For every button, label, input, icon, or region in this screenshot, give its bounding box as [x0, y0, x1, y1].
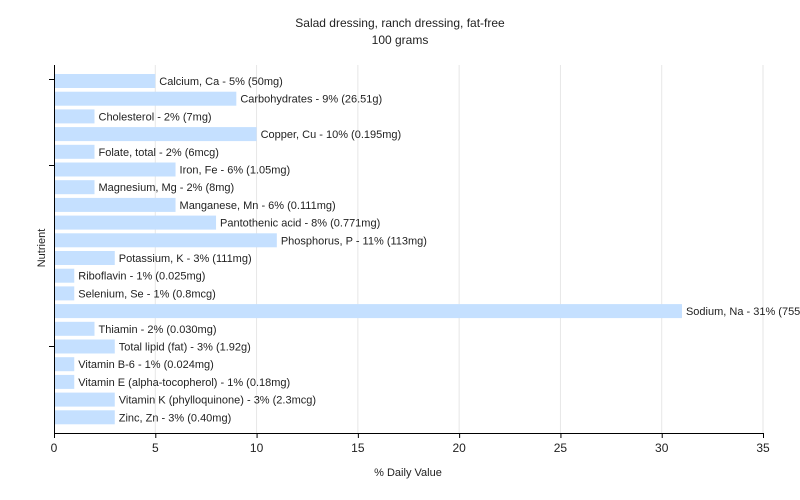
- x-tick-label: 0: [51, 441, 58, 455]
- bar: [55, 74, 156, 88]
- bar: [55, 197, 176, 212]
- bar-label: Riboflavin - 1% (0.025mg): [78, 271, 205, 283]
- x-tick-label: 30: [655, 441, 669, 455]
- bar-label: Vitamin E (alpha-tocopherol) - 1% (0.18m…: [78, 377, 290, 389]
- bar: [55, 180, 95, 195]
- x-axis-label: % Daily Value: [374, 467, 442, 479]
- y-axis-label: Nutrient: [36, 229, 48, 268]
- bar: [55, 162, 176, 177]
- bar: [55, 339, 115, 354]
- bar-label: Pantothenic acid - 8% (0.771mg): [220, 218, 380, 230]
- bar: [55, 127, 257, 142]
- bar-label: Vitamin K (phylloquinone) - 3% (2.3mcg): [119, 395, 316, 407]
- bar: [55, 233, 277, 248]
- bar-label: Iron, Fe - 6% (1.05mg): [180, 165, 291, 177]
- bar: [55, 251, 115, 265]
- bar-label: Thiamin - 2% (0.030mg): [99, 324, 217, 336]
- x-tick-label: 35: [756, 441, 770, 455]
- bar: [55, 304, 682, 319]
- bar: [55, 268, 75, 283]
- bar-label: Phosphorus, P - 11% (113mg): [281, 235, 427, 247]
- x-tick-label: 20: [452, 441, 466, 455]
- bar-label: Copper, Cu - 10% (0.195mg): [261, 129, 402, 141]
- bar: [55, 109, 95, 124]
- bar-layer: Calcium, Ca - 5% (50mg) Carbohydrates - 9…: [55, 74, 800, 425]
- bar-label: Total lipid (fat) - 3% (1.92g): [119, 342, 251, 354]
- bar-label: Magnesium, Mg - 2% (8mg): [99, 182, 235, 194]
- bar: [55, 144, 95, 159]
- bar: [55, 374, 75, 389]
- bar-label: Manganese, Mn - 6% (0.111mg): [180, 200, 336, 212]
- bar-label: Vitamin B-6 - 1% (0.024mg): [78, 359, 214, 371]
- bar: [55, 357, 75, 372]
- bar-label: Potassium, K - 3% (111mg): [119, 253, 252, 265]
- bar-label: Sodium, Na - 31% (755mg): [686, 306, 800, 318]
- bar-label: Carbohydrates - 9% (26.51g): [240, 94, 382, 106]
- chart-svg: Calcium, Ca - 5% (50mg) Carbohydrates - 9…: [36, 16, 800, 479]
- bar: [55, 392, 115, 407]
- x-tick-label: 10: [250, 441, 264, 455]
- bar: [55, 321, 95, 336]
- bar: [55, 215, 217, 230]
- bar-label: Calcium, Ca - 5% (50mg): [159, 76, 282, 88]
- chart-subtitle: 100 grams: [372, 33, 429, 47]
- x-tick-label: 15: [351, 441, 365, 455]
- bar-label: Zinc, Zn - 3% (0.40mg): [119, 412, 231, 424]
- bar-label: Selenium, Se - 1% (0.8mcg): [78, 288, 216, 300]
- x-tick-label: 5: [152, 441, 159, 455]
- chart-title: Salad dressing, ranch dressing, fat-free: [295, 16, 505, 30]
- bar-label: Cholesterol - 2% (7mg): [99, 111, 212, 123]
- bar-label: Folate, total - 2% (6mcg): [99, 147, 219, 159]
- bar: [55, 286, 75, 301]
- x-tick-label: 25: [554, 441, 568, 455]
- bar: [55, 91, 237, 106]
- chart: Calcium, Ca - 5% (50mg) Carbohydrates - 9…: [0, 0, 800, 500]
- bar: [55, 410, 115, 425]
